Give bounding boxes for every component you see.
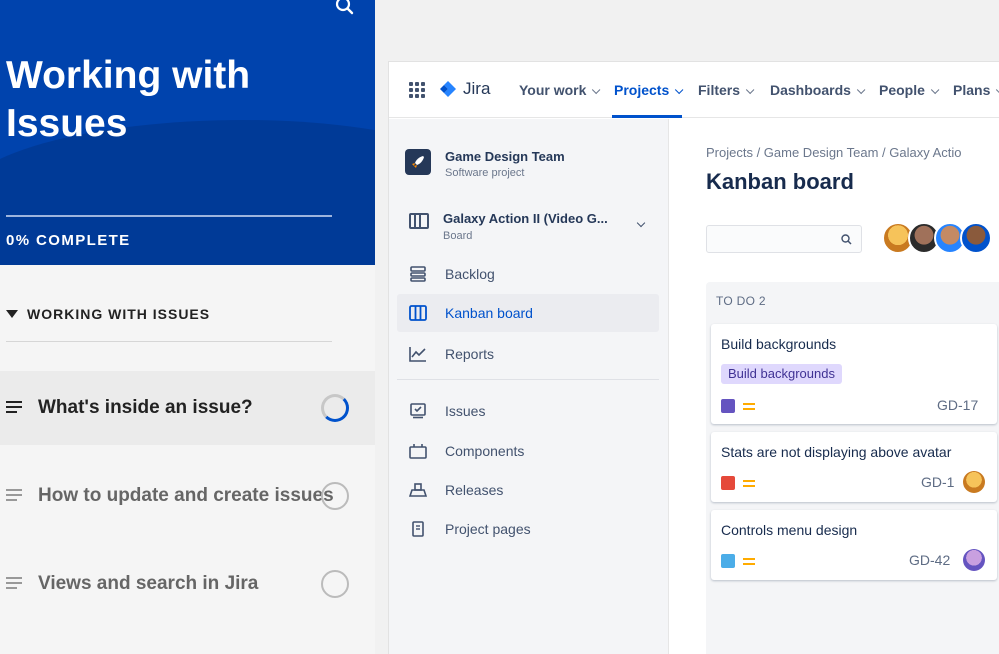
board-icon [409, 213, 429, 229]
priority-medium-icon [743, 480, 755, 488]
nav-filters[interactable]: Filters [698, 82, 755, 98]
board-search-input[interactable] [706, 225, 862, 253]
sidebar-divider [397, 379, 659, 380]
issue-card[interactable]: Controls menu design GD-42 [711, 510, 997, 580]
chevron-down-icon [856, 85, 866, 95]
progress-ring-icon [321, 394, 349, 422]
task-icon [721, 554, 735, 568]
search-icon [335, 0, 354, 15]
project-name: Game Design Team [445, 149, 565, 164]
chevron-down-icon [930, 85, 940, 95]
releases-icon [409, 483, 427, 497]
lesson-item[interactable]: Views and search in Jira [0, 547, 375, 621]
chevron-down-icon [592, 85, 601, 95]
lesson-title: Views and search in Jira [38, 573, 259, 594]
issues-icon [410, 403, 426, 419]
board-main: Projects / Game Design Team / Galaxy Act… [670, 119, 999, 654]
issue-key: GD-17 [937, 397, 979, 413]
issue-key: GD-42 [909, 552, 951, 568]
column-title: TO DO 2 [716, 294, 766, 308]
jira-screenshot: Jira Your work Projects Filters Dashboar… [388, 61, 999, 654]
progress-text: 0% COMPLETE [6, 232, 131, 249]
jira-sidebar: Game Design Team Software project Galaxy… [389, 119, 669, 654]
priority-medium-icon [743, 558, 755, 566]
sidebar-item-backlog[interactable]: Backlog [397, 255, 659, 293]
kanban-column: TO DO 2 Build backgrounds Build backgrou… [706, 282, 999, 654]
sidebar-item-releases[interactable]: Releases [397, 471, 659, 509]
caret-down-icon [6, 310, 18, 318]
lesson-item[interactable]: What's inside an issue? [0, 371, 375, 445]
board-icon [409, 305, 427, 321]
progress-bar [6, 215, 332, 217]
components-icon [409, 444, 427, 459]
nav-your-work[interactable]: Your work [519, 82, 601, 98]
chevron-down-icon [745, 85, 755, 95]
issue-card[interactable]: Build backgrounds Build backgrounds GD-1… [711, 324, 997, 424]
priority-medium-icon [743, 403, 755, 411]
lesson-lines-icon [6, 577, 22, 591]
sidebar-item-issues[interactable]: Issues [397, 392, 659, 430]
lesson-content: Jira Your work Projects Filters Dashboar… [375, 0, 999, 654]
search-button[interactable] [332, 0, 358, 22]
section-toggle[interactable]: WORKING WITH ISSUES [6, 306, 210, 322]
course-panel: Working with Issues 0% COMPLETE WORKING … [0, 0, 375, 654]
section-divider [6, 341, 332, 342]
app-switcher-icon[interactable] [409, 82, 425, 98]
breadcrumb[interactable]: Projects / Game Design Team / Galaxy Act… [706, 145, 962, 160]
page-icon [412, 521, 424, 537]
rocket-icon [412, 156, 424, 168]
search-icon [841, 234, 852, 245]
project-type: Software project [445, 167, 525, 179]
reports-icon [409, 347, 426, 362]
progress-ring-icon [321, 482, 349, 510]
card-title: Build backgrounds [721, 336, 837, 352]
page-title: Kanban board [706, 169, 854, 194]
sidebar-item-reports[interactable]: Reports [397, 335, 659, 373]
card-title: Controls menu design [721, 522, 858, 538]
nav-active-indicator [612, 115, 682, 118]
issue-key: GD-1 [921, 474, 955, 490]
nav-dashboards[interactable]: Dashboards [770, 82, 866, 98]
sidebar-item-project-pages[interactable]: Project pages [397, 510, 659, 548]
jira-logo-text: Jira [463, 79, 491, 98]
nav-people[interactable]: People [879, 82, 940, 98]
assignee-avatar [963, 549, 985, 571]
card-title: Stats are not displaying above avatar [721, 444, 952, 460]
course-title: Working with Issues [6, 54, 251, 145]
nav-projects[interactable]: Projects [614, 82, 684, 98]
jira-logo-icon [440, 81, 456, 97]
lesson-lines-icon [6, 489, 22, 503]
chevron-down-icon [636, 218, 646, 228]
board-name: Galaxy Action II (Video G... [443, 211, 608, 226]
nav-plans[interactable]: Plans [953, 82, 999, 98]
sidebar-item-kanban-board[interactable]: Kanban board [397, 294, 659, 332]
assignee-avatar [963, 471, 985, 493]
board-selector[interactable]: Galaxy Action II (Video G... Board [399, 203, 659, 247]
backlog-icon [410, 266, 426, 282]
app-window: Working with Issues 0% COMPLETE WORKING … [0, 0, 999, 654]
jira-logo[interactable]: Jira [439, 79, 490, 99]
bug-icon [721, 476, 735, 490]
epic-label: Build backgrounds [721, 364, 842, 384]
jira-top-nav: Jira Your work Projects Filters Dashboar… [389, 62, 999, 118]
board-type: Board [443, 230, 473, 242]
course-header: Working with Issues 0% COMPLETE [0, 0, 375, 265]
avatar[interactable] [960, 222, 992, 254]
issue-card[interactable]: Stats are not displaying above avatar GD… [711, 432, 997, 502]
chevron-down-icon [675, 85, 684, 95]
section-title: WORKING WITH ISSUES [27, 306, 211, 322]
progress-ring-icon [321, 570, 349, 598]
project-avatar [405, 149, 431, 175]
story-icon [721, 399, 735, 413]
lesson-lines-icon [6, 401, 22, 415]
lesson-title: What's inside an issue? [38, 397, 253, 418]
lesson-item[interactable]: How to update and create issues [0, 459, 375, 533]
sidebar-item-components[interactable]: Components [397, 432, 659, 470]
lesson-title: How to update and create issues [38, 485, 334, 506]
